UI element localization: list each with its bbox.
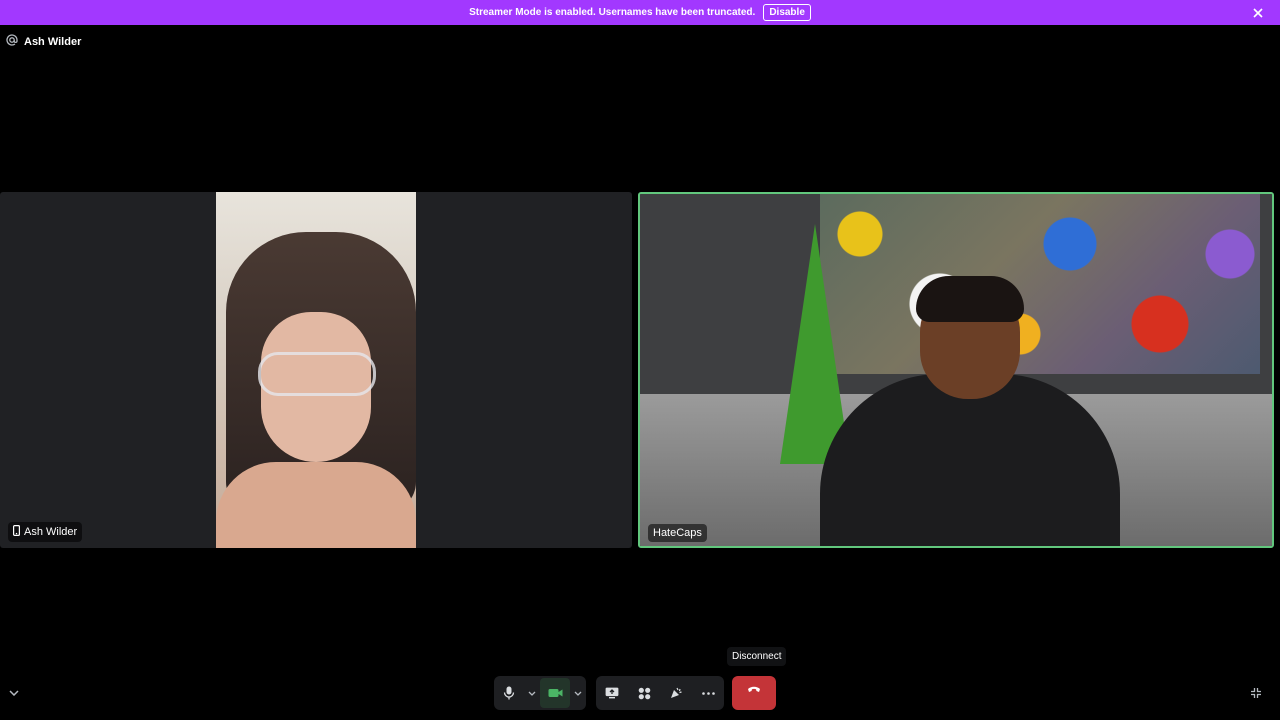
actions-group (596, 676, 724, 710)
chevron-down-icon[interactable] (570, 678, 586, 708)
participant-name: Ash Wilder (24, 526, 78, 538)
video-feed (216, 192, 416, 548)
streamer-mode-message: Streamer Mode is enabled. Usernames have… (469, 7, 756, 18)
participant-name-tag: HateCaps (648, 524, 707, 542)
video-feed (640, 194, 1272, 546)
mobile-phone-icon (13, 525, 21, 539)
screen-share-icon[interactable] (597, 678, 627, 708)
disconnect-button[interactable] (732, 676, 776, 710)
chevron-down-icon[interactable] (524, 678, 540, 708)
more-icon[interactable] (693, 678, 723, 708)
streamer-mode-banner: Streamer Mode is enabled. Usernames have… (0, 0, 1280, 25)
channel-name: Ash Wilder (24, 36, 82, 48)
channel-header: Ash Wilder (6, 33, 81, 51)
soundboard-icon[interactable] (661, 678, 691, 708)
participant-name-tag: Ash Wilder (8, 522, 83, 542)
microphone-icon[interactable] (494, 678, 524, 708)
video-tile-ash-wilder[interactable]: Ash Wilder (0, 192, 632, 548)
disconnect-tooltip: Disconnect (727, 647, 787, 666)
video-tile-hatecaps[interactable]: HateCaps (638, 192, 1274, 548)
chevron-down-icon[interactable] (5, 684, 23, 702)
participant-name: HateCaps (653, 527, 702, 539)
close-icon[interactable] (1249, 4, 1266, 21)
camera-icon[interactable] (540, 678, 570, 708)
at-icon (6, 33, 18, 51)
activities-icon[interactable] (629, 678, 659, 708)
audio-video-group (494, 676, 586, 710)
disable-streamer-mode-button[interactable]: Disable (763, 4, 811, 21)
hang-up-icon (746, 684, 762, 702)
exit-fullscreen-icon[interactable] (1247, 684, 1265, 702)
call-controls (0, 676, 1280, 710)
